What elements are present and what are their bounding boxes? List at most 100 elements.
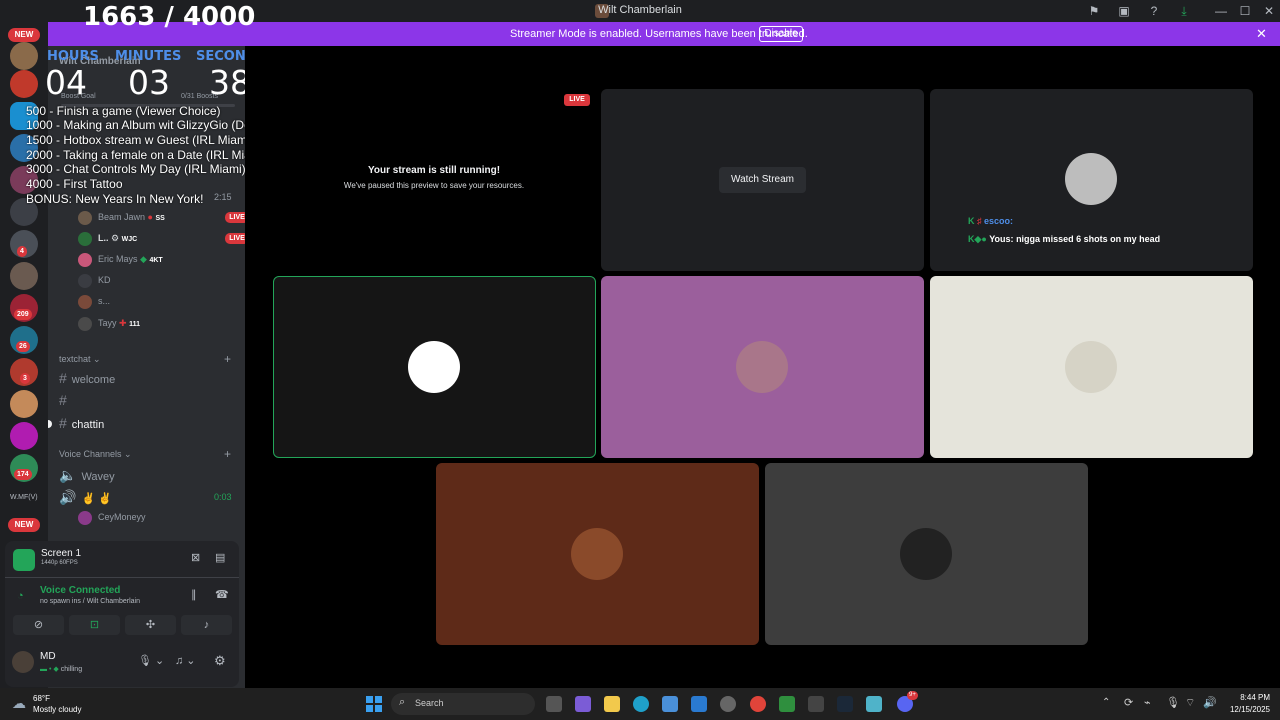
channel-hidden[interactable]: # bbox=[59, 392, 72, 408]
microphone-tray-icon[interactable]: 🎙 bbox=[1166, 696, 1180, 709]
server-icon[interactable] bbox=[10, 70, 38, 98]
weather-icon[interactable]: ☁ bbox=[12, 695, 26, 712]
download-icon[interactable]: ⤓ bbox=[1176, 3, 1192, 19]
file-explorer-icon[interactable] bbox=[604, 696, 620, 712]
user-avatar[interactable] bbox=[12, 651, 34, 673]
stream-tile[interactable]: K ♯ escoo: K◆● Yous: nigga missed 6 shot… bbox=[930, 89, 1253, 271]
user-name: Tayy ✚ 111 bbox=[98, 318, 141, 328]
avatar bbox=[78, 274, 92, 288]
mention-count: 174 bbox=[14, 469, 32, 480]
hash-icon: # bbox=[59, 370, 67, 386]
avatar bbox=[78, 232, 92, 246]
clock-date[interactable]: 12/15/2025 bbox=[1220, 705, 1270, 714]
app-icon[interactable] bbox=[720, 696, 736, 712]
microphone-icon[interactable]: 🎙 ⌄ bbox=[138, 654, 164, 667]
hash-icon: # bbox=[59, 392, 67, 408]
clock-time[interactable]: 8:44 PM bbox=[1228, 693, 1270, 702]
tray-chevron-icon[interactable]: ⌃ bbox=[1102, 697, 1110, 708]
server-icon[interactable] bbox=[10, 262, 38, 290]
voice-active-time: 2:15 bbox=[214, 192, 232, 202]
start-icon[interactable] bbox=[366, 696, 382, 712]
inbox-icon[interactable]: ⚑ bbox=[1086, 3, 1102, 19]
server-icon[interactable] bbox=[10, 42, 38, 70]
goal-item: 3000 - Chat Controls My Day (IRL Miami) bbox=[26, 162, 246, 176]
steam-icon[interactable] bbox=[837, 696, 853, 712]
participant-tile[interactable] bbox=[436, 463, 759, 645]
mention-count: 3 bbox=[20, 373, 30, 384]
stop-stream-icon[interactable]: ⊠ bbox=[191, 551, 200, 564]
mention-count: 209 bbox=[14, 309, 32, 320]
share-screen-button[interactable]: ⊡ bbox=[69, 615, 120, 635]
voice-stage: LIVE Your stream is still running! We've… bbox=[245, 46, 1280, 688]
paused-stream-tile[interactable]: LIVE Your stream is still running! We've… bbox=[273, 89, 595, 271]
search-box[interactable]: ⌕ Search bbox=[391, 693, 535, 715]
signal-icon: ◔ bbox=[17, 590, 24, 602]
headphones-icon[interactable]: ♫ ⌄ bbox=[175, 654, 196, 667]
chrome-icon[interactable] bbox=[750, 696, 766, 712]
add-channel-icon[interactable]: + bbox=[224, 352, 231, 366]
wifi-icon[interactable]: ⌔ bbox=[1185, 696, 1195, 710]
server-icon[interactable] bbox=[10, 390, 38, 418]
chat-line: K ♯ escoo: bbox=[968, 216, 1014, 226]
network-icon[interactable]: ⌁ bbox=[1144, 696, 1151, 709]
activity-icon[interactable]: ▤ bbox=[215, 551, 225, 564]
voice-channel-active[interactable]: 🔊 ✌ ✌ bbox=[59, 489, 112, 506]
avatar bbox=[78, 317, 92, 331]
channel-chattin[interactable]: # chattin bbox=[59, 415, 104, 431]
activities-button[interactable]: ✣ bbox=[125, 615, 176, 635]
participant-tile-speaking[interactable] bbox=[273, 276, 596, 458]
notepad-icon[interactable] bbox=[866, 696, 882, 712]
participant-tile[interactable] bbox=[601, 276, 924, 458]
capcut-icon[interactable] bbox=[808, 696, 824, 712]
outlook-icon[interactable] bbox=[691, 696, 707, 712]
help-icon[interactable]: ? bbox=[1146, 3, 1162, 19]
participant-tile[interactable] bbox=[765, 463, 1088, 645]
xbox-icon[interactable] bbox=[779, 696, 795, 712]
camera-off-button[interactable]: ⊘ bbox=[13, 615, 64, 635]
goal-item: 4000 - First Tattoo bbox=[26, 177, 123, 191]
disable-button[interactable]: Disable bbox=[759, 26, 803, 42]
server-icon[interactable] bbox=[10, 422, 38, 450]
goal-item: 500 - Finish a game (Viewer Choice) bbox=[26, 104, 221, 118]
hours-value: 04 bbox=[45, 63, 87, 102]
category-textchat[interactable]: textchat ⌄ bbox=[59, 354, 101, 365]
volume-icon[interactable]: 🔊 bbox=[1203, 696, 1217, 709]
voice-channel-wavey[interactable]: 🔈 Wavey bbox=[59, 467, 115, 484]
store-icon[interactable] bbox=[662, 696, 678, 712]
weather-text[interactable]: Mostly cloudy bbox=[33, 705, 81, 714]
screen-icon[interactable]: ▣ bbox=[1116, 3, 1132, 19]
settings-gear-icon[interactable]: ⚙ bbox=[214, 653, 226, 669]
divider bbox=[5, 577, 239, 578]
watch-stream-button[interactable]: Watch Stream bbox=[719, 167, 806, 193]
copilot-icon[interactable] bbox=[575, 696, 591, 712]
temperature[interactable]: 68°F bbox=[33, 694, 50, 703]
screen-title: Screen 1 bbox=[41, 548, 82, 559]
server-text-icon[interactable]: W.MF(V) bbox=[10, 494, 38, 501]
mention-count: 26 bbox=[16, 341, 30, 352]
taskbar: ☁ 68°F Mostly cloudy ⌕ Search 9+ ⌃ ⟳ ⌁ 🎙… bbox=[0, 688, 1280, 720]
task-view-icon[interactable] bbox=[546, 696, 562, 712]
minimize-icon[interactable]: — bbox=[1213, 3, 1229, 19]
disconnect-icon[interactable]: ☎ bbox=[215, 588, 229, 601]
participant-tile[interactable] bbox=[930, 276, 1253, 458]
channel-welcome[interactable]: # welcome bbox=[59, 370, 115, 386]
speaker-icon: 🔈 bbox=[59, 467, 77, 483]
category-voice-channels[interactable]: Voice Channels ⌄ bbox=[59, 449, 132, 460]
stream-tile[interactable]: Watch Stream bbox=[601, 89, 924, 271]
sync-icon[interactable]: ⟳ bbox=[1124, 696, 1133, 709]
voice-location[interactable]: no spawn ins / Wilt Chamberlain bbox=[40, 598, 140, 605]
add-channel-icon[interactable]: + bbox=[224, 447, 231, 461]
participant-avatar bbox=[900, 528, 952, 580]
edge-icon[interactable] bbox=[633, 696, 649, 712]
live-badge: LIVE bbox=[564, 94, 590, 106]
hash-icon: # bbox=[59, 415, 67, 431]
noise-suppression-icon[interactable]: ∥ bbox=[191, 588, 197, 601]
soundboard-button[interactable]: ♪ bbox=[181, 615, 232, 635]
new-badge: NEW bbox=[8, 518, 40, 532]
maximize-icon[interactable]: ☐ bbox=[1237, 3, 1253, 19]
screen-quality: 1440p 60FPS bbox=[41, 560, 78, 566]
voice-status[interactable]: Voice Connected bbox=[40, 585, 120, 596]
banner-close-icon[interactable]: ✕ bbox=[1256, 26, 1267, 42]
user-name[interactable]: MD bbox=[40, 651, 56, 662]
close-icon[interactable]: ✕ bbox=[1261, 3, 1277, 19]
